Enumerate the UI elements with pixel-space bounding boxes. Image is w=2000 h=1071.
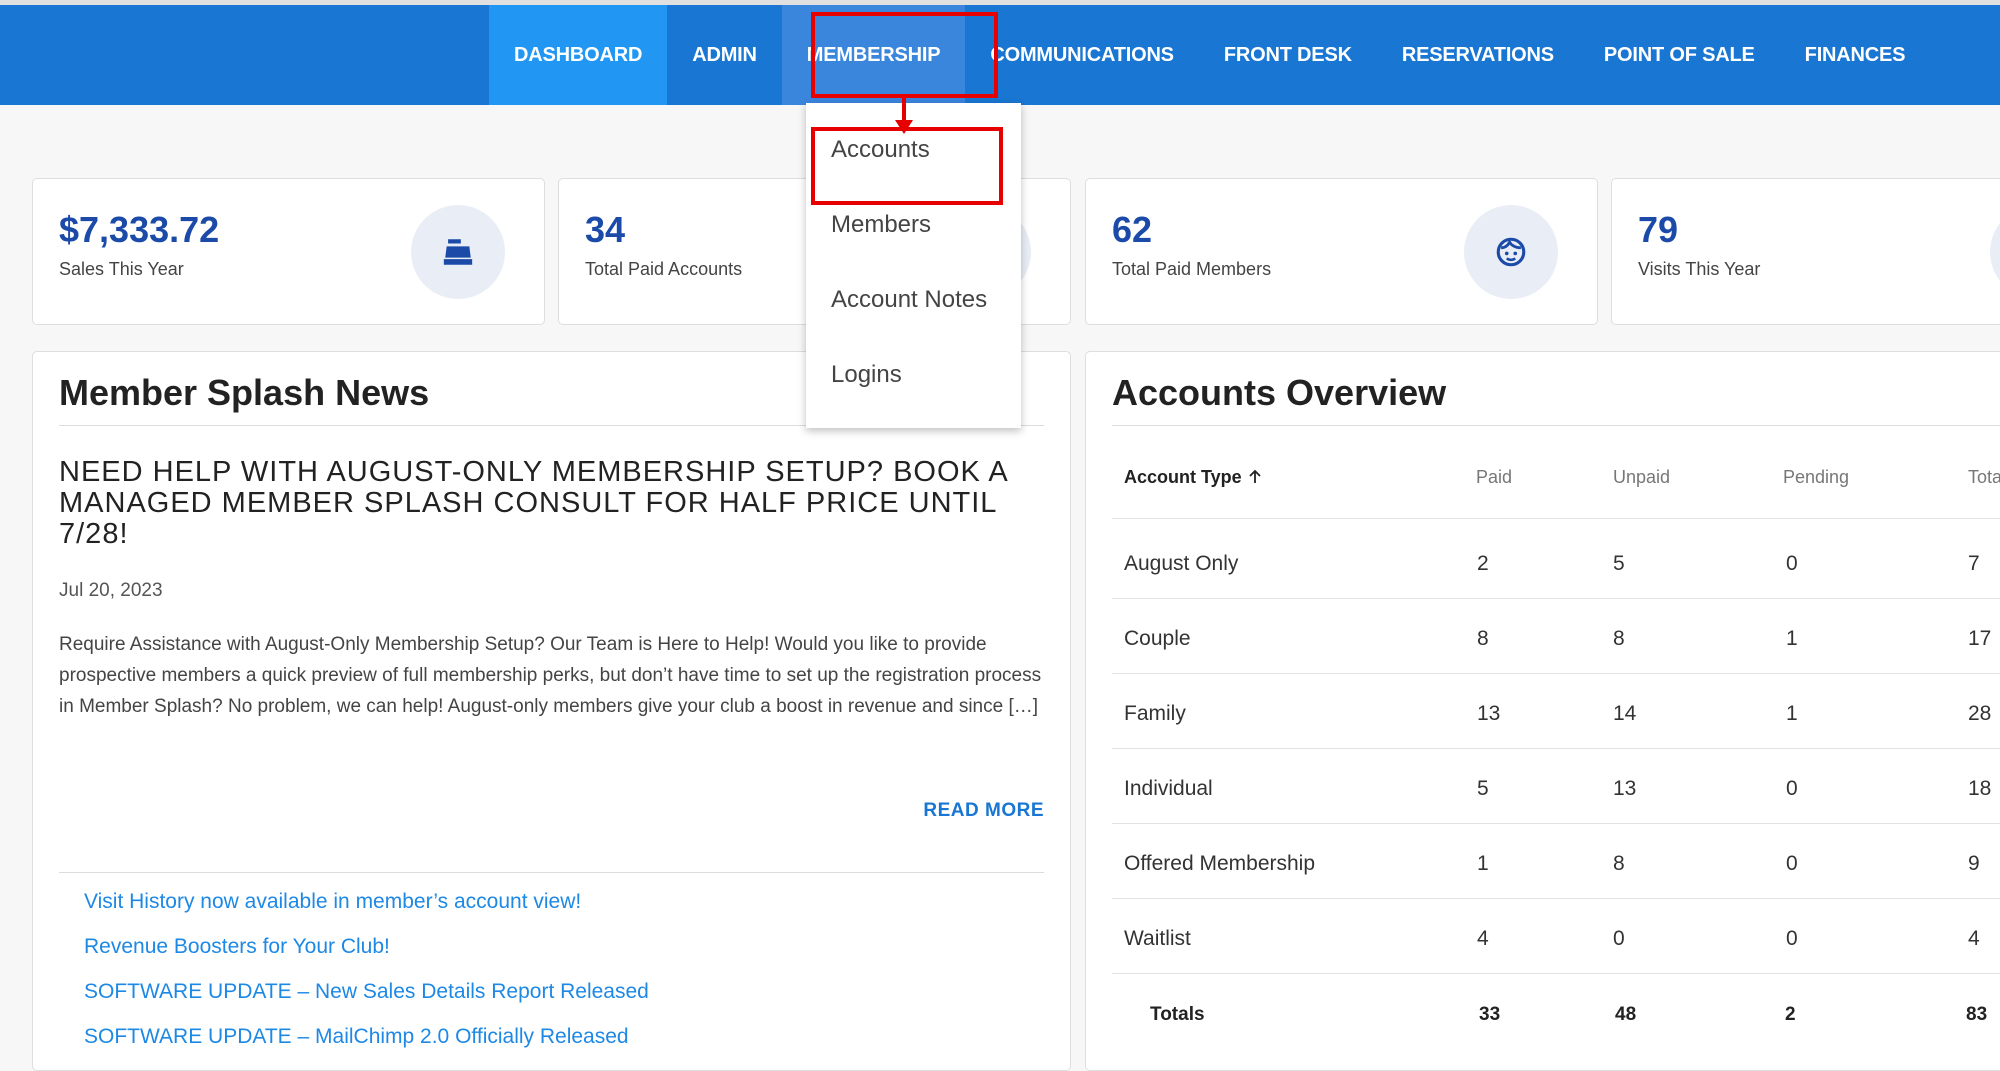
nav-dashboard[interactable]: DASHBOARD bbox=[489, 5, 668, 105]
news-date: Jul 20, 2023 bbox=[59, 580, 163, 601]
annotation-arrow-icon bbox=[895, 96, 913, 134]
cell-account-type: August Only bbox=[1124, 552, 1239, 575]
nav-admin[interactable]: ADMIN bbox=[667, 5, 782, 105]
cell-paid: 8 bbox=[1477, 627, 1489, 650]
cash-register-icon bbox=[411, 205, 505, 299]
visits-icon bbox=[1990, 205, 2000, 299]
cell-account-type: Individual bbox=[1124, 777, 1213, 800]
news-link[interactable]: SOFTWARE UPDATE – New Sales Details Repo… bbox=[84, 980, 649, 1004]
cell-total: 4 bbox=[1968, 927, 1980, 950]
row-divider bbox=[1112, 598, 2000, 599]
stat-card-paid-members: 62 Total Paid Members bbox=[1085, 178, 1598, 325]
news-link[interactable]: Revenue Boosters for Your Club! bbox=[84, 935, 390, 959]
stat-card-sales: $7,333.72 Sales This Year bbox=[32, 178, 545, 325]
cell-total: 17 bbox=[1968, 627, 1992, 650]
cell-pending: 1 bbox=[1786, 627, 1798, 650]
row-divider bbox=[1112, 823, 2000, 824]
stat-label: Total Paid Members bbox=[1112, 259, 1272, 279]
column-header-label: Account Type bbox=[1124, 467, 1242, 487]
nav-communications[interactable]: COMMUNICATIONS bbox=[965, 5, 1198, 105]
cell-account-type: Offered Membership bbox=[1124, 852, 1316, 875]
member-face-icon bbox=[1464, 205, 1558, 299]
cell-unpaid: 5 bbox=[1613, 552, 1625, 575]
news-headline[interactable]: NEED HELP WITH AUGUST-ONLY MEMBERSHIP SE… bbox=[59, 457, 1019, 550]
menu-item-members[interactable]: Members bbox=[831, 211, 931, 239]
nav-reservations[interactable]: RESERVATIONS bbox=[1377, 5, 1579, 105]
arrow-up-icon bbox=[1247, 467, 1263, 487]
stat-value: 79 bbox=[1638, 209, 1679, 250]
cell-unpaid: 14 bbox=[1613, 702, 1637, 725]
cell-unpaid: 13 bbox=[1613, 777, 1637, 800]
cell-paid: 4 bbox=[1477, 927, 1489, 950]
cell-unpaid: 0 bbox=[1613, 927, 1625, 950]
cell-pending: 0 bbox=[1786, 777, 1798, 800]
cell-pending: 0 bbox=[1786, 852, 1798, 875]
stat-label: Sales This Year bbox=[59, 259, 184, 279]
column-header-unpaid[interactable]: Unpaid bbox=[1613, 467, 1670, 488]
totals-value: 48 bbox=[1615, 1004, 1637, 1025]
totals-label: Totals bbox=[1150, 1004, 1205, 1025]
stat-label: Total Paid Accounts bbox=[585, 259, 743, 279]
row-divider bbox=[1112, 673, 2000, 674]
cell-total: 18 bbox=[1968, 777, 1992, 800]
main-nav: DASHBOARD ADMIN MEMBERSHIP COMMUNICATION… bbox=[489, 5, 1930, 105]
read-more-link[interactable]: READ MORE bbox=[923, 800, 1044, 822]
nav-front-desk[interactable]: FRONT DESK bbox=[1199, 5, 1377, 105]
cell-paid: 13 bbox=[1477, 702, 1501, 725]
cell-account-type: Waitlist bbox=[1124, 927, 1191, 950]
news-panel-title: Member Splash News bbox=[59, 372, 430, 413]
stat-value: 62 bbox=[1112, 209, 1153, 250]
menu-item-logins[interactable]: Logins bbox=[831, 361, 902, 389]
cell-account-type: Couple bbox=[1124, 627, 1191, 650]
news-link[interactable]: Visit History now available in member’s … bbox=[84, 890, 581, 914]
row-divider bbox=[1112, 973, 2000, 974]
nav-finances[interactable]: FINANCES bbox=[1780, 5, 1931, 105]
cell-paid: 2 bbox=[1477, 552, 1489, 575]
accounts-overview-panel: Accounts Overview Account Type Paid Unpa… bbox=[1085, 351, 2000, 1071]
menu-item-account-notes[interactable]: Account Notes bbox=[831, 286, 987, 314]
totals-value: 2 bbox=[1785, 1004, 1796, 1025]
cell-total: 7 bbox=[1968, 552, 1980, 575]
cell-paid: 5 bbox=[1477, 777, 1489, 800]
cell-total: 28 bbox=[1968, 702, 1992, 725]
top-navigation-bar: DASHBOARD ADMIN MEMBERSHIP COMMUNICATION… bbox=[0, 5, 2000, 105]
totals-value: 83 bbox=[1966, 1004, 1988, 1025]
column-header-paid[interactable]: Paid bbox=[1476, 467, 1512, 488]
menu-item-accounts[interactable]: Accounts bbox=[831, 136, 930, 164]
cell-pending: 1 bbox=[1786, 702, 1798, 725]
nav-point-of-sale[interactable]: POINT OF SALE bbox=[1579, 5, 1780, 105]
stat-card-visits: 79 Visits This Year bbox=[1611, 178, 2000, 325]
accounts-overview-title: Accounts Overview bbox=[1112, 372, 1447, 413]
cell-account-type: Family bbox=[1124, 702, 1186, 725]
row-divider bbox=[1112, 748, 2000, 749]
divider bbox=[1112, 425, 2000, 426]
cell-unpaid: 8 bbox=[1613, 627, 1625, 650]
cell-pending: 0 bbox=[1786, 552, 1798, 575]
news-link[interactable]: SOFTWARE UPDATE – MailChimp 2.0 Official… bbox=[84, 1025, 629, 1049]
column-header-account-type[interactable]: Account Type bbox=[1124, 467, 1263, 488]
cell-unpaid: 8 bbox=[1613, 852, 1625, 875]
stat-label: Visits This Year bbox=[1638, 259, 1761, 279]
news-excerpt: Require Assistance with August-Only Memb… bbox=[59, 634, 1042, 717]
stat-value: $7,333.72 bbox=[59, 209, 220, 250]
cell-pending: 0 bbox=[1786, 927, 1798, 950]
divider bbox=[59, 872, 1044, 873]
membership-dropdown-menu: Accounts Members Account Notes Logins bbox=[806, 103, 1021, 428]
nav-membership[interactable]: MEMBERSHIP bbox=[781, 5, 966, 105]
totals-value: 33 bbox=[1479, 1004, 1501, 1025]
stat-value: 34 bbox=[585, 209, 626, 250]
news-panel: Member Splash News NEED HELP WITH AUGUST… bbox=[32, 351, 1071, 1071]
cell-total: 9 bbox=[1968, 852, 1980, 875]
column-header-total[interactable]: Total bbox=[1968, 467, 2000, 488]
cell-paid: 1 bbox=[1477, 852, 1489, 875]
row-divider bbox=[1112, 898, 2000, 899]
column-header-pending[interactable]: Pending bbox=[1783, 467, 1849, 488]
row-divider bbox=[1112, 518, 2000, 519]
